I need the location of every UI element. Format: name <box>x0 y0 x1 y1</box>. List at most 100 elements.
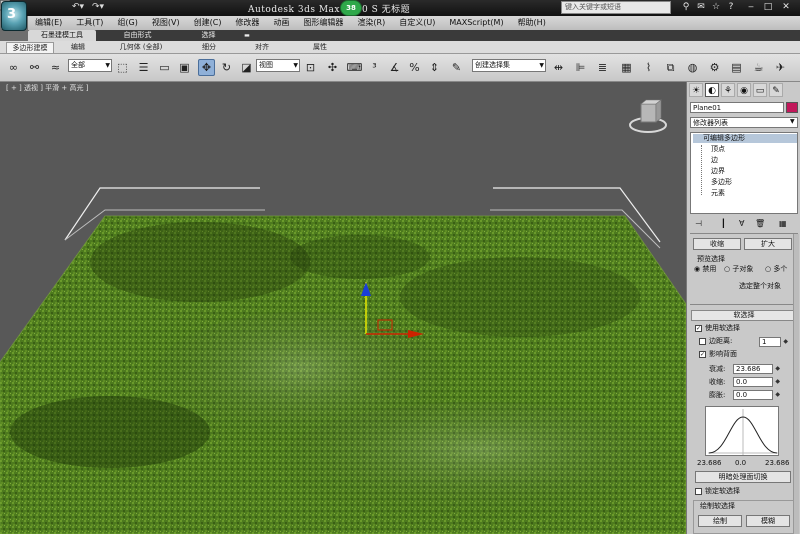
menu-item-5[interactable]: 修改器 <box>228 16 266 30</box>
object-color-swatch[interactable] <box>786 102 798 113</box>
falloff-spinner[interactable]: 23.686 <box>733 364 780 374</box>
redo-icon[interactable]: ↷▾ <box>92 2 104 12</box>
menu-item-6[interactable]: 动画 <box>266 16 296 30</box>
stack-root-item[interactable]: 可编辑多边形 <box>693 134 797 143</box>
viewport-label[interactable]: [ + ] 透视 ] 平滑 + 高光 ] <box>6 83 88 93</box>
bind-space-warp-icon[interactable]: ≈ <box>47 59 64 76</box>
bubble-spinner[interactable]: 0.0 <box>733 390 780 400</box>
material-editor-icon[interactable]: ◍ <box>684 59 701 76</box>
menu-item-0[interactable]: 编辑(E) <box>28 16 69 30</box>
menu-item-3[interactable]: 视图(V) <box>145 16 187 30</box>
show-end-icon[interactable]: ┃ <box>721 219 726 228</box>
layer-manager-icon[interactable]: ≣ <box>594 59 611 76</box>
ribbon-tab-graphite[interactable]: 石墨建模工具 <box>28 30 96 41</box>
stack-item-polygon[interactable]: 多边形 <box>711 178 732 187</box>
display-tab-icon[interactable]: ▭ <box>753 83 767 97</box>
select-scale-icon[interactable]: ◪ <box>238 59 255 76</box>
stack-item-element[interactable]: 元素 <box>711 189 725 198</box>
reference-coord-dropdown[interactable]: 视图 <box>256 59 300 72</box>
curve-editor-icon[interactable]: ⌇ <box>640 59 657 76</box>
ribbon-tab-freeform[interactable]: 自由形式 <box>100 30 175 41</box>
window-crossing-icon[interactable]: ▣ <box>176 59 193 76</box>
select-move-icon[interactable]: ✥ <box>198 59 215 76</box>
blur-button[interactable]: 模糊 <box>746 515 790 527</box>
align-icon[interactable]: ⊫ <box>572 59 589 76</box>
pivot-center-icon[interactable]: ⊡ <box>302 59 319 76</box>
graphite-toggle-icon[interactable]: ▦ <box>618 59 635 76</box>
select-object-icon[interactable]: ⬚ <box>114 59 131 76</box>
edge-distance-spinner[interactable]: 1 <box>759 337 788 347</box>
menu-item-2[interactable]: 组(G) <box>110 16 144 30</box>
subtab-edit[interactable]: 编辑 <box>58 42 98 53</box>
unlink-icon[interactable]: ⚯ <box>26 59 43 76</box>
rendered-frame-icon[interactable]: ▤ <box>728 59 745 76</box>
preview-radio-multi[interactable]: ○ 多个 <box>765 265 787 274</box>
binoculars-icon[interactable]: ⚲ <box>680 2 692 13</box>
soft-selection-rollout[interactable]: 软选择 <box>691 310 797 321</box>
minimize-icon[interactable]: ‒ <box>745 2 757 13</box>
command-panel-scrollbar[interactable] <box>793 234 799 534</box>
communication-icon[interactable]: ✉ <box>695 2 707 13</box>
render-iterative-icon[interactable]: ✈ <box>772 59 789 76</box>
named-selection-dropdown[interactable]: 创建选择集 <box>472 59 546 72</box>
grow-button[interactable]: 扩大 <box>744 238 792 250</box>
render-setup-icon[interactable]: ⚙ <box>706 59 723 76</box>
render-production-icon[interactable]: ☕ <box>750 59 767 76</box>
search-input[interactable]: 键入关键字或短语 <box>561 1 671 14</box>
percent-snap-icon[interactable]: % <box>406 59 423 76</box>
undo-icon[interactable]: ↶▾ <box>72 2 84 12</box>
perspective-viewport[interactable]: [ + ] 透视 ] 平滑 + 高光 ] <box>0 82 686 534</box>
motion-tab-icon[interactable]: ◉ <box>737 83 751 97</box>
hierarchy-tab-icon[interactable]: ⚘ <box>721 83 735 97</box>
shaded-face-toggle-button[interactable]: 明暗处理面切换 <box>695 471 791 483</box>
create-tab-icon[interactable]: ☀ <box>689 83 703 97</box>
link-icon[interactable]: ∞ <box>5 59 22 76</box>
pinch-spinner[interactable]: 0.0 <box>733 377 780 387</box>
stack-item-edge[interactable]: 边 <box>711 156 718 165</box>
edit-named-selection-icon[interactable]: ✎ <box>448 59 465 76</box>
select-by-name-icon[interactable]: ☰ <box>135 59 152 76</box>
rect-selection-icon[interactable]: ▭ <box>156 59 173 76</box>
menu-item-8[interactable]: 渲染(R) <box>350 16 392 30</box>
modifier-list-dropdown[interactable]: 修改器列表 <box>690 117 798 128</box>
configure-sets-icon[interactable]: ▦ <box>779 219 787 228</box>
schematic-view-icon[interactable]: ⧉ <box>662 59 679 76</box>
pin-icon[interactable]: ⊣ <box>695 219 702 228</box>
spinner-snap-icon[interactable]: ⇕ <box>426 59 443 76</box>
ribbon-toggle-icon[interactable]: ▬ <box>240 30 254 41</box>
ribbon-tab-selection[interactable]: 选择 <box>176 30 241 41</box>
stack-item-vertex[interactable]: 顶点 <box>711 145 725 154</box>
subtab-subdivision[interactable]: 细分 <box>188 42 230 53</box>
keyboard-shortcut-icon[interactable]: ⌨ <box>346 59 363 76</box>
subtab-properties[interactable]: 属性 <box>292 42 348 53</box>
help-icon[interactable]: ? <box>725 2 737 13</box>
subtab-polygon-modeling[interactable]: 多边形建模 <box>6 42 54 53</box>
utilities-tab-icon[interactable]: ✎ <box>769 83 783 97</box>
modify-tab-icon[interactable]: ◐ <box>705 83 719 97</box>
affect-backface-checkbox[interactable]: ✓ <box>699 351 706 358</box>
mirror-icon[interactable]: ⇹ <box>550 59 567 76</box>
edge-distance-checkbox[interactable] <box>699 338 706 345</box>
menu-item-11[interactable]: 帮助(H) <box>511 16 553 30</box>
app-logo-icon[interactable]: 3 <box>1 1 27 31</box>
select-rotate-icon[interactable]: ↻ <box>218 59 235 76</box>
shrink-button[interactable]: 收缩 <box>693 238 741 250</box>
select-manipulate-icon[interactable]: ✣ <box>324 59 341 76</box>
menu-item-4[interactable]: 创建(C) <box>187 16 229 30</box>
preview-radio-subobject[interactable]: ○ 子对象 <box>724 265 753 274</box>
unique-icon[interactable]: ∀ <box>739 219 744 228</box>
favorites-icon[interactable]: ☆ <box>710 2 722 13</box>
subtab-geometry-all[interactable]: 几何体 (全部) <box>102 42 180 53</box>
lock-soft-selection-checkbox[interactable] <box>695 488 702 495</box>
stack-item-border[interactable]: 边界 <box>711 167 725 176</box>
object-name-field[interactable]: Plane01 <box>690 102 784 113</box>
angle-snap-icon[interactable]: ∡ <box>386 59 403 76</box>
menu-item-10[interactable]: MAXScript(M) <box>442 16 510 30</box>
paint-button[interactable]: 绘制 <box>698 515 742 527</box>
subtab-align[interactable]: 对齐 <box>238 42 286 53</box>
maximize-icon[interactable]: □ <box>762 2 774 13</box>
use-soft-selection-checkbox[interactable]: ✓ <box>695 325 702 332</box>
selection-filter-dropdown[interactable]: 全部 <box>68 59 112 72</box>
menu-item-9[interactable]: 自定义(U) <box>392 16 442 30</box>
menu-item-1[interactable]: 工具(T) <box>69 16 110 30</box>
